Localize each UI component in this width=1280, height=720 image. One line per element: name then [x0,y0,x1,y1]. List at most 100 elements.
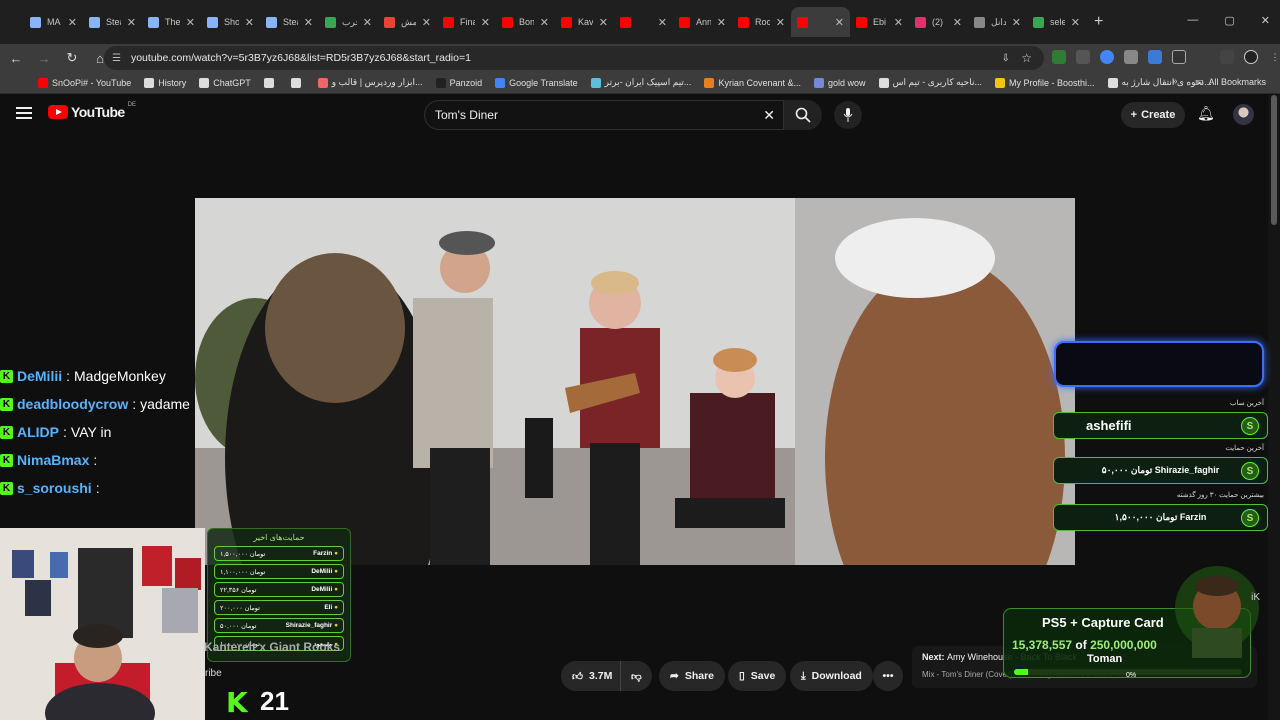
forward-icon[interactable]: → [32,51,56,66]
bookmark-star-icon[interactable]: ☆ [1021,51,1032,65]
favicon-icon [856,16,867,28]
bookmark-item[interactable]: SnOoPi# - YouTube [38,77,131,88]
search-button[interactable] [784,100,822,130]
browser-tab[interactable]: Ebi ✕ [850,7,909,37]
search-input[interactable]: Tom's Diner ✕ [424,100,784,130]
bookmark-item[interactable]: History [144,77,186,88]
close-tab-icon[interactable]: ✕ [422,16,431,29]
close-tab-icon[interactable]: ✕ [186,16,195,29]
bookmark-item[interactable]: ChatGPT [199,77,251,88]
tab-title: The [165,17,180,27]
goal-percent: 0% [1126,672,1137,679]
browser-tab[interactable]: Kav ✕ [555,7,614,37]
download-button[interactable]: ⤓ Download [790,661,873,691]
close-tab-icon[interactable]: ✕ [363,16,372,29]
extension-icon[interactable] [1076,50,1090,64]
browser-tab[interactable]: Roc ✕ [732,7,791,37]
minimize-icon[interactable]: — [1187,14,1198,27]
extension-icon[interactable] [1100,50,1114,64]
bookmark-favicon-icon [813,77,824,88]
profile-icon[interactable] [1244,50,1258,64]
browser-tab[interactable]: MA ✕ [24,7,83,37]
browser-tab[interactable]: Stea ✕ [260,7,319,37]
close-tab-icon[interactable]: ✕ [953,16,962,29]
browser-tab[interactable]: ✕ [791,7,850,37]
close-tab-icon[interactable]: ✕ [776,16,785,29]
notifications-icon[interactable]: 🔔︎ [1197,105,1215,122]
close-tab-icon[interactable]: ✕ [304,16,313,29]
dislike-button[interactable]: 👎︎ [620,661,652,691]
support-name: Eli [324,604,338,611]
maximize-icon[interactable]: ▢ [1224,14,1234,27]
voice-search-button[interactable] [834,101,862,129]
close-window-icon[interactable]: ✕ [1261,14,1270,27]
bookmark-label: My Profile - Boosthi... [1008,77,1095,88]
browser-tab[interactable]: دانل ✕ [968,7,1027,37]
menu-dots-icon[interactable]: ⋮ [1268,50,1280,64]
install-app-icon[interactable]: ⇩ [1002,53,1010,64]
like-button[interactable]: 👍︎ 3.7M [561,661,621,691]
browser-tab[interactable]: Fina ✕ [437,7,496,37]
bookmark-item[interactable]: Google Translate [495,77,578,88]
bookmark-item[interactable]: gold wow [813,77,866,88]
browser-tab[interactable]: ✕ [614,7,673,37]
clear-search-icon[interactable]: ✕ [763,107,775,124]
chat-username: ALIDP [17,424,59,440]
browser-tab[interactable]: (2) ✕ [909,7,968,37]
bookmark-item[interactable] [290,77,305,88]
extension-icon[interactable] [1052,50,1066,64]
site-info-icon[interactable]: ☰ [112,53,121,64]
bookmark-favicon-icon [199,77,210,88]
bookmark-item[interactable]: Panzoid [435,77,483,88]
reload-icon[interactable]: ↻ [60,50,84,66]
puzzle-icon[interactable] [1172,50,1186,64]
extension-icon[interactable] [1124,50,1138,64]
all-bookmarks[interactable]: ▭ All Bookmarks [1195,76,1266,87]
browser-toolbar: ← → ↻ ⌂ ☰ youtube.com/watch?v=5r3B7yz6J6… [0,44,1280,72]
close-tab-icon[interactable]: ✕ [540,16,549,29]
browser-tab[interactable]: Bon ✕ [496,7,555,37]
page-scrollbar[interactable] [1268,95,1280,720]
close-tab-icon[interactable]: ✕ [68,16,77,29]
bookmark-favicon-icon [878,77,889,88]
avatar[interactable] [1233,104,1254,125]
browser-tab[interactable]: Stea ✕ [83,7,142,37]
close-tab-icon[interactable]: ✕ [245,16,254,29]
close-tab-icon[interactable]: ✕ [599,16,608,29]
share-button[interactable]: ➦ Share [659,661,725,691]
close-tab-icon[interactable]: ✕ [1012,16,1021,29]
youtube-logo[interactable]: YouTube DE [48,102,136,120]
bookmark-item[interactable]: Kyrian Covenant &... [704,77,801,88]
more-actions-button[interactable]: ••• [873,661,903,691]
video-player[interactable] [195,198,1075,565]
close-tab-icon[interactable]: ✕ [894,16,903,29]
extension-icon[interactable] [1148,50,1162,64]
bookmark-label: Panzoid [449,77,483,88]
browser-tab[interactable]: Ann ✕ [673,7,732,37]
close-tab-icon[interactable]: ✕ [717,16,726,29]
close-tab-icon[interactable]: ✕ [481,16,490,29]
scrollbar-thumb[interactable] [1271,95,1277,225]
bookmark-item[interactable]: ناحیه کاربری - تیم اس... [878,77,982,88]
browser-tab[interactable]: Sho ✕ [201,7,260,37]
browser-tab[interactable]: The ✕ [142,7,201,37]
save-button[interactable]: ▯ Save [728,661,787,691]
close-tab-icon[interactable]: ✕ [658,16,667,29]
bookmark-item[interactable]: تیم اسپیک ایران -برتر... [590,77,691,88]
new-tab-button[interactable]: + [1094,13,1103,31]
close-tab-icon[interactable]: ✕ [127,16,136,29]
menu-icon[interactable] [16,107,32,122]
browser-tab[interactable]: حرب ✕ [319,7,378,37]
browser-tab[interactable]: sele ✕ [1027,7,1086,37]
close-tab-icon[interactable]: ✕ [1071,16,1080,29]
bookmark-item[interactable]: ابزار وردپرس | قالب و... [317,77,423,88]
close-tab-icon[interactable]: ✕ [835,16,844,29]
back-icon[interactable]: ← [4,51,28,66]
address-bar[interactable]: ☰ youtube.com/watch?v=5r3B7yz6J68&list=R… [104,46,1044,70]
create-button[interactable]: + Create [1121,102,1185,128]
media-icon[interactable] [1220,50,1234,64]
bookmark-item[interactable] [263,77,278,88]
bookmark-item[interactable]: My Profile - Boosthi... [994,77,1095,88]
browser-tab[interactable]: مش ✕ [378,7,437,37]
more-bookmarks-icon[interactable]: » [1172,76,1178,87]
